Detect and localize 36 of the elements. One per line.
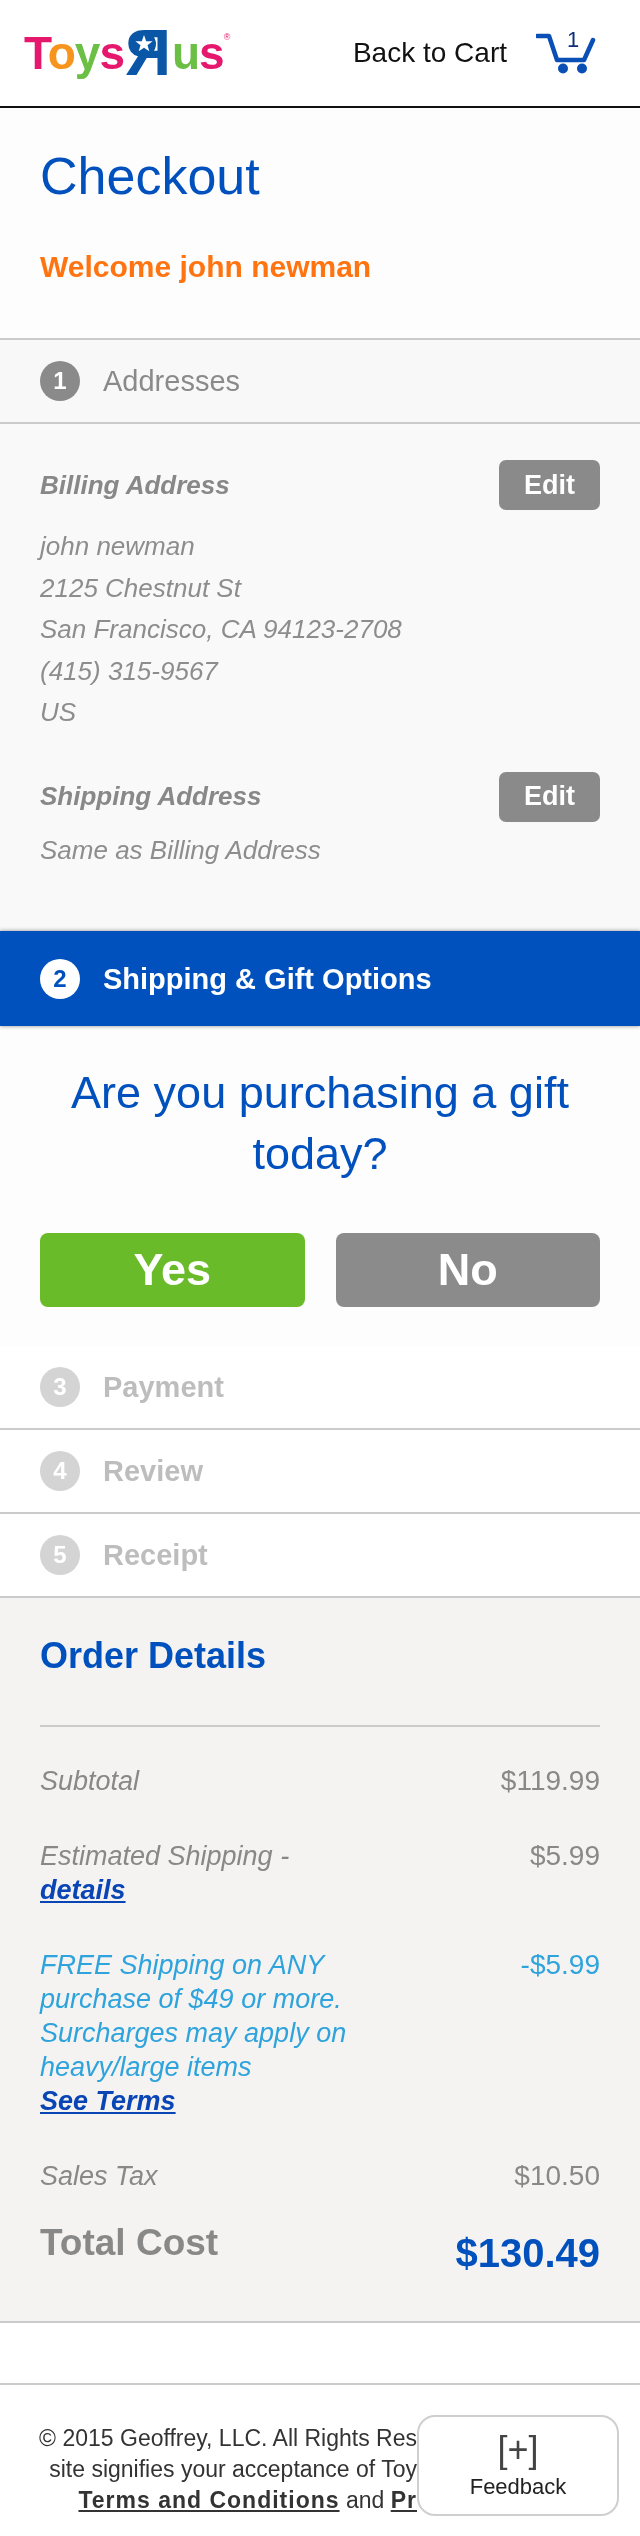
- address-heading: Shipping Address: [40, 781, 262, 812]
- details-link[interactable]: details: [40, 1875, 126, 1905]
- step-header[interactable]: 2 Shipping & Gift Options: [0, 931, 640, 1026]
- address-text: Same as Billing Address: [40, 833, 322, 867]
- cart-icon: [536, 32, 596, 74]
- address-heading: Billing Address: [40, 469, 230, 501]
- total-label: Total Cost: [40, 2221, 219, 2265]
- summary-amount: $10.50: [514, 2159, 600, 2193]
- order-details-title: Order Details: [40, 1634, 268, 1678]
- summary-label: Estimated Shipping - details: [40, 1840, 291, 1907]
- footer-link[interactable]: Terms and Conditions: [78, 2487, 340, 2513]
- discount-amount: -$5.99: [520, 1948, 600, 1982]
- registered-mark: ®: [223, 33, 231, 42]
- summary-amount: $5.99: [529, 1839, 600, 1873]
- step-title: Shipping & Gift Options: [103, 961, 432, 996]
- step-title: Review: [103, 1454, 203, 1488]
- summary-label: Subtotal: [40, 1765, 140, 1798]
- logo-word: us: [172, 30, 224, 76]
- footer-link[interactable]: Pr: [390, 2487, 417, 2513]
- gift-question: Are you purchasing a gift today?: [70, 1066, 570, 1181]
- summary-label: Sales Tax: [40, 2160, 158, 2193]
- promo-text: FREE Shipping on ANY purchase of $49 or more. Surcharges may apply on heavy/large items See Terms: [40, 1949, 348, 2118]
- step-number-badge: 2: [40, 958, 80, 999]
- step-title: Addresses: [103, 364, 240, 398]
- step-title: Receipt: [103, 1538, 208, 1572]
- copyright-text: © 2015 Geoffrey, LLC. All Rights Res site signifies your acceptance of Toy Terms and Conditions and Pr: [38, 2424, 417, 2515]
- terms-link[interactable]: See Terms: [40, 2086, 176, 2116]
- step-number-badge: 1: [40, 361, 80, 401]
- total-amount: $130.49: [455, 2230, 600, 2277]
- page-title: Checkout: [40, 146, 261, 206]
- feedback-button[interactable]: [+] Feedback: [417, 2415, 619, 2516]
- welcome-message: Welcome john newman: [40, 249, 373, 285]
- back-to-cart-link[interactable]: Back to Cart: [352, 37, 507, 69]
- cart-button[interactable]: 1: [536, 32, 596, 74]
- step-title: Payment: [103, 1370, 224, 1404]
- summary-amount: $119.99: [500, 1764, 600, 1798]
